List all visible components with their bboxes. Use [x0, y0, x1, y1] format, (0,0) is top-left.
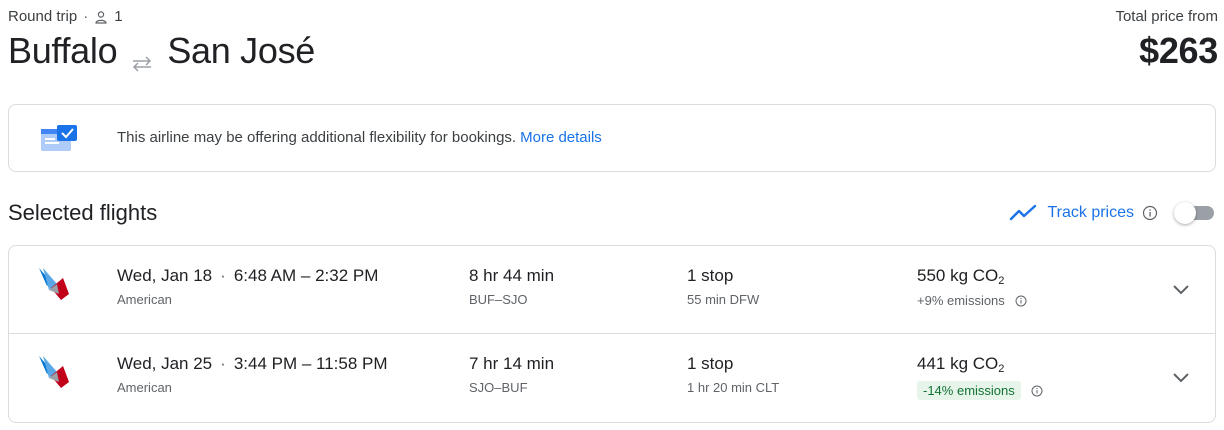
flight-duration: 7 hr 14 min SJO–BUF: [469, 354, 554, 395]
origin-city: Buffalo: [8, 30, 118, 71]
emissions-badge: -14% emissions: [917, 381, 1021, 400]
trip-header: Round trip · 1 Buffalo San José Total pr…: [0, 0, 1224, 90]
co2-amount: 550 kg CO2: [917, 266, 1027, 287]
trending-line-icon: [1009, 203, 1039, 223]
track-prices-label[interactable]: Track prices: [1047, 204, 1134, 222]
selected-flights-heading: Selected flights: [8, 200, 158, 225]
toggle-knob: [1174, 202, 1196, 224]
total-price: $263: [1139, 30, 1218, 71]
layover-info: 1 hr 20 min CLT: [687, 380, 780, 395]
swap-arrows-icon: [129, 41, 155, 72]
track-prices-toggle[interactable]: [1174, 201, 1216, 225]
flight-date: Wed, Jan 25: [117, 354, 213, 373]
flexible-booking-icon: [37, 123, 81, 155]
co2-value-text: 441 kg CO: [917, 354, 999, 373]
american-airlines-logo: [35, 352, 75, 392]
flexibility-banner: This airline may be offering additional …: [8, 104, 1216, 172]
co2-value-text: 550 kg CO: [917, 266, 999, 285]
airline-name: American: [117, 380, 172, 395]
track-prices: Track prices: [1009, 201, 1216, 225]
info-icon[interactable]: [1015, 295, 1027, 307]
duration-value: 8 hr 44 min: [469, 266, 555, 285]
date-separator: ·: [220, 266, 226, 285]
route-title: Buffalo San José: [8, 30, 315, 72]
date-time-line: Wed, Jan 25 · 3:44 PM – 11:58 PM: [117, 354, 388, 374]
chevron-down-icon[interactable]: [1167, 276, 1195, 304]
flight-date: Wed, Jan 18: [117, 266, 213, 285]
flight-emissions: 441 kg CO2 -14% emissions: [917, 354, 1043, 400]
emissions-line: -14% emissions: [917, 381, 1043, 400]
info-icon[interactable]: [1142, 205, 1158, 221]
flight-duration: 8 hr 44 min BUF–SJO: [469, 266, 554, 307]
info-icon[interactable]: [1031, 385, 1043, 397]
route-code: BUF–SJO: [469, 292, 528, 307]
banner-message: This airline may be offering additional …: [117, 129, 602, 146]
flight-row-return[interactable]: Wed, Jan 25 · 3:44 PM – 11:58 PM America…: [9, 334, 1215, 422]
stops-count: 1 stop: [687, 354, 734, 373]
flight-times-range: 3:44 PM – 11:58 PM: [233, 354, 388, 373]
date-time-line: Wed, Jan 18 · 6:48 AM – 2:32 PM: [117, 266, 378, 286]
destination-city: San José: [167, 30, 316, 71]
trip-type[interactable]: Round trip: [8, 8, 77, 25]
banner-text: This airline may be offering additional …: [117, 129, 517, 146]
person-icon: [94, 10, 108, 24]
emissions-delta: +9% emissions: [917, 293, 1005, 308]
emissions-line: +9% emissions: [917, 293, 1027, 308]
flight-row-outbound[interactable]: Wed, Jan 18 · 6:48 AM – 2:32 PM American…: [9, 246, 1215, 334]
price-label: Total price from: [1115, 8, 1218, 25]
flight-emissions: 550 kg CO2 +9% emissions: [917, 266, 1027, 308]
co2-subscript: 2: [998, 275, 1005, 287]
layover-info: 55 min DFW: [687, 292, 760, 307]
more-details-link[interactable]: More details: [520, 129, 602, 146]
route-code: SJO–BUF: [469, 380, 528, 395]
flight-stops: 1 stop 1 hr 20 min CLT: [687, 354, 779, 395]
co2-amount: 441 kg CO2: [917, 354, 1043, 375]
passenger-count[interactable]: 1: [114, 8, 122, 25]
american-airlines-logo: [35, 264, 75, 304]
trip-meta: Round trip · 1: [8, 8, 123, 25]
flight-times-range: 6:48 AM – 2:32 PM: [233, 266, 379, 285]
chevron-down-icon[interactable]: [1167, 364, 1195, 392]
flight-stops: 1 stop 55 min DFW: [687, 266, 759, 307]
meta-separator: ·: [83, 8, 89, 25]
flight-times: Wed, Jan 25 · 3:44 PM – 11:58 PM America…: [117, 354, 388, 395]
flight-times: Wed, Jan 18 · 6:48 AM – 2:32 PM American: [117, 266, 378, 307]
airline-name: American: [117, 292, 172, 307]
co2-subscript: 2: [998, 363, 1005, 375]
stops-count: 1 stop: [687, 266, 734, 285]
duration-value: 7 hr 14 min: [469, 354, 555, 373]
selected-flights-list: Wed, Jan 18 · 6:48 AM – 2:32 PM American…: [8, 245, 1216, 423]
date-separator: ·: [220, 354, 226, 373]
